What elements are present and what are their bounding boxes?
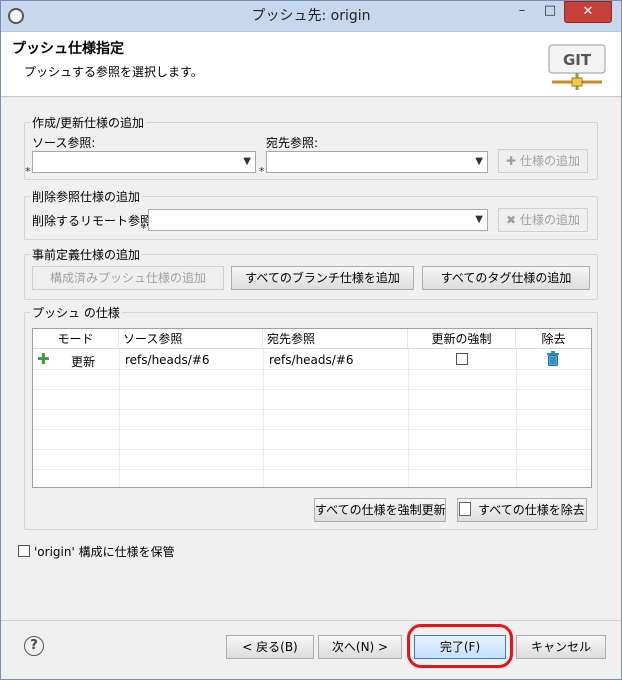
back-button[interactable]: < 戻る(B) [226,635,314,659]
maximize-button[interactable]: □ [536,1,564,23]
column-header-dest[interactable]: 宛先参照 [263,329,408,349]
column-header-remove[interactable]: 除去 [516,329,591,349]
add-icon: ✚ [506,154,517,168]
column-header-mode[interactable]: モード [33,329,119,349]
add-update-spec-title: 作成/更新仕様の追加 [30,114,147,131]
add-mode-icon: ✚ [37,350,50,368]
git-logo-text: GIT [563,51,592,69]
row-divider [33,469,591,470]
remove-all-specs-button[interactable]: すべての仕様を除去 [457,498,587,522]
chevron-down-icon: ▼ [475,156,483,167]
next-button[interactable]: 次へ(N) > [318,635,402,659]
add-delete-spec-button[interactable]: ✖ 仕様の追加 [498,208,588,232]
required-marker: * [25,165,31,178]
trash-icon[interactable] [546,351,560,366]
page-description: プッシュする参照を選択します。 [24,65,203,79]
add-delete-spec-label: 仕様の追加 [519,213,580,227]
remove-doc-icon [459,502,472,516]
predefined-spec-title: 事前定義仕様の追加 [30,246,143,263]
row-dest: refs/heads/#6 [269,353,354,367]
force-all-specs-button[interactable]: すべての仕様を強制更新 [314,498,446,522]
required-marker: * [141,222,147,235]
minimize-button[interactable]: – [508,1,536,23]
save-spec-label[interactable]: 'origin' 構成に仕様を保管 [34,543,175,560]
page-title: プッシュ仕様指定 [12,41,124,57]
delete-spec-title: 削除参照仕様の追加 [30,188,143,205]
all-branches-spec-button[interactable]: すべてのブランチ仕様を追加 [231,266,414,290]
save-spec-checkbox[interactable] [18,545,30,557]
row-divider [33,449,591,450]
row-divider [33,429,591,430]
chevron-down-icon: ▼ [475,214,483,225]
remote-ref-combo[interactable]: ▼ [148,209,488,231]
close-button[interactable]: ✕ [564,1,612,23]
help-icon[interactable]: ? [24,636,44,656]
row-source: refs/heads/#6 [125,353,210,367]
delete-x-icon: ✖ [506,213,517,227]
row-mode: 更新 [71,355,96,369]
dest-ref-label: 宛先参照: [266,136,319,150]
cancel-button[interactable]: キャンセル [516,635,606,659]
column-header-source[interactable]: ソース参照 [119,329,263,349]
column-header-force[interactable]: 更新の強制 [408,329,516,349]
force-update-checkbox[interactable] [456,353,468,365]
push-spec-table[interactable]: モード ソース参照 宛先参照 更新の強制 除去 ✚ 更新 refs/heads/… [32,328,592,488]
remote-ref-label: 削除するリモート参照: [32,214,157,228]
chevron-down-icon: ▼ [243,156,251,167]
source-ref-combo[interactable]: ▼ [32,151,256,173]
push-specs-title: プッシュ の仕様 [30,304,122,321]
remove-all-specs-label: すべての仕様を除去 [478,503,585,517]
row-divider [33,369,591,370]
add-spec-button[interactable]: ✚ 仕様の追加 [498,149,588,173]
source-ref-label: ソース参照: [32,136,96,150]
dest-ref-combo[interactable]: ▼ [266,151,488,173]
add-spec-label: 仕様の追加 [519,154,580,168]
configured-push-spec-button[interactable]: 構成済みプッシュ仕様の追加 [32,266,224,290]
highlight-annotation [407,624,513,668]
row-divider [33,409,591,410]
row-divider [33,389,591,390]
all-tags-spec-button[interactable]: すべてのタグ仕様の追加 [422,266,590,290]
git-logo-icon: GIT [548,44,606,90]
required-marker: * [259,165,265,178]
